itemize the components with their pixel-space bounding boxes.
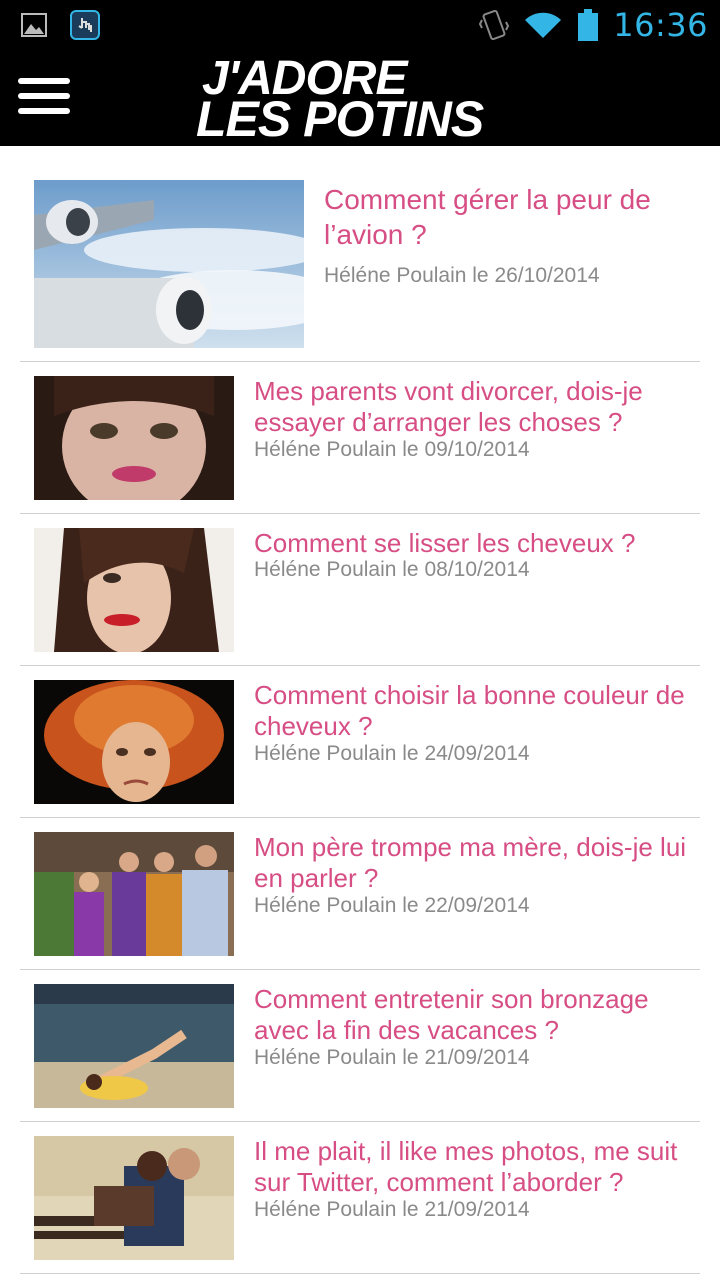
vibrate-icon [479,9,510,41]
wifi-icon [525,12,562,38]
hamburger-menu-icon[interactable] [18,78,72,118]
article-meta: Héléne Poulain le 09/10/2014 [254,438,530,461]
article-meta: Héléne Poulain le 24/09/2014 [254,742,530,765]
article-title[interactable]: Comment gérer la peur de l’avion ? [324,182,694,252]
clock: 16:36 [613,6,708,44]
airplane-wing-thumbnail [34,180,304,348]
article-item[interactable]: Comment se lisser les cheveux ? Héléne P… [20,514,700,666]
article-meta: Héléne Poulain le 21/09/2014 [254,1046,530,1069]
family-thumbnail [34,832,234,956]
article-title[interactable]: Mes parents vont divorcer, dois-je essay… [254,376,694,438]
article-meta: Héléne Poulain le 22/09/2014 [254,894,530,917]
straight-hair-thumbnail [34,528,234,652]
article-item[interactable]: Comment entretenir son bronzage avec la … [20,970,700,1122]
status-bar: 16:36 [0,0,720,50]
beach-thumbnail [34,984,234,1108]
article-title[interactable]: Comment se lisser les cheveux ? [254,528,694,559]
article-meta: Héléne Poulain le 26/10/2014 [324,264,600,287]
red-hair-thumbnail [34,680,234,804]
article-meta: Héléne Poulain le 21/09/2014 [254,1198,530,1221]
image-notification-icon [21,13,47,37]
battery-icon [578,9,599,41]
app-logo[interactable]: J'ADORE LES POTINS [196,54,526,147]
article-meta: Héléne Poulain le 08/10/2014 [254,558,530,581]
article-title[interactable]: Comment choisir la bonne couleur de chev… [254,680,694,742]
touch-app-icon [70,10,100,40]
couple-bench-thumbnail [34,1136,234,1260]
article-title[interactable]: Comment entretenir son bronzage avec la … [254,984,694,1046]
logo-line2: LES POTINS [196,91,484,147]
article-item[interactable]: Comment gérer la peur de l’avion ? Hélén… [20,162,700,362]
article-item[interactable]: Mes parents vont divorcer, dois-je essay… [20,362,700,514]
article-item[interactable]: Il me plait, il like mes photos, me suit… [20,1122,700,1274]
article-feed: Comment gérer la peur de l’avion ? Hélén… [20,162,700,1274]
article-title[interactable]: Mon père trompe ma mère, dois-je lui en … [254,832,694,894]
app-bar: J'ADORE LES POTINS [0,50,720,146]
article-item[interactable]: Comment choisir la bonne couleur de chev… [20,666,700,818]
article-item[interactable]: Mon père trompe ma mère, dois-je lui en … [20,818,700,970]
article-title[interactable]: Il me plait, il like mes photos, me suit… [254,1136,694,1198]
crying-girl-thumbnail [34,376,234,500]
